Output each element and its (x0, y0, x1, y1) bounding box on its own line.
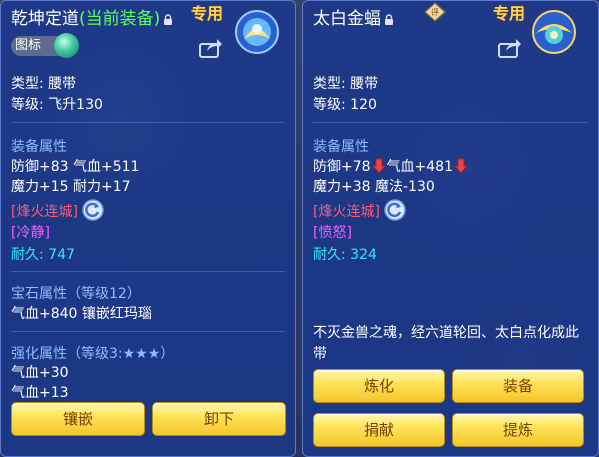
item-title: 太白金蝠 (313, 4, 394, 29)
icon-toggle-button[interactable]: 图标 (11, 33, 79, 58)
enhance-line-1: 气血+30 (11, 365, 69, 381)
lock-icon (385, 14, 393, 25)
gem-header: 宝石属性（等级12） (11, 286, 141, 302)
equip-button[interactable]: 装备 (452, 369, 584, 403)
divider (11, 331, 285, 332)
special-skill-line: [烽火连城] (313, 199, 406, 221)
toggle-knob-icon (54, 33, 79, 58)
special-skill: [烽火连城] (313, 204, 380, 220)
item-name: 乾坤定道 (11, 9, 79, 29)
enhance-line-2: 气血+13 (11, 385, 69, 401)
item-title: 乾坤定道(当前装备) (11, 4, 173, 29)
current-equip-label: (当前装备) (79, 9, 161, 29)
lock-icon (164, 14, 173, 25)
attr-line-2: 魔力+38 魔法-130 (313, 179, 435, 195)
inlay-button[interactable]: 镶嵌 (11, 402, 145, 436)
attr-header: 装备属性 (313, 139, 369, 155)
equipment-badge-icon[interactable] (531, 9, 577, 55)
refine-button[interactable]: 炼化 (313, 369, 445, 403)
type-line: 类型: 腰带 (313, 76, 379, 92)
level-line: 等级: 120 (313, 97, 377, 113)
svg-text:评: 评 (431, 8, 439, 17)
current-equipment-panel: 乾坤定道(当前装备) 专用 图标 类型: 腰带 等级: 飞升130 装备属性 防… (0, 0, 296, 457)
defense-value: 防御+78 (313, 159, 371, 175)
donate-button[interactable]: 捐献 (313, 413, 445, 447)
item-name: 太白金蝠 (313, 9, 381, 29)
special-effect: [愤怒] (313, 225, 352, 241)
special-effect: [冷静] (11, 225, 50, 241)
attr-line-1: 防御+83 气血+511 (11, 159, 140, 175)
unequip-button[interactable]: 卸下 (152, 402, 286, 436)
enhance-header: 强化属性（等级3:★★★） (11, 346, 175, 362)
attr-line-1: 防御+78 气血+481 (313, 156, 469, 176)
special-skill-line: [烽火连城] (11, 199, 104, 221)
down-arrow-icon (371, 158, 386, 174)
divider (11, 122, 285, 123)
attr-header: 装备属性 (11, 139, 67, 155)
exclusive-label: 专用 (493, 4, 526, 23)
level-line: 等级: 飞升130 (11, 97, 103, 113)
durability: 耐久: 747 (11, 247, 75, 263)
share-icon[interactable] (199, 38, 223, 58)
share-icon[interactable] (498, 38, 522, 58)
extract-button[interactable]: 提炼 (452, 413, 584, 447)
durability: 耐久: 324 (313, 247, 377, 263)
attr-line-2: 魔力+15 耐力+17 (11, 179, 131, 195)
hp-value: 气血+481 (386, 159, 453, 175)
special-skill: [烽火连城] (11, 204, 78, 220)
gem-line: 气血+840 镶嵌红玛瑙 (11, 306, 152, 322)
item-description: 不灭金兽之魂，经六道轮回、太白点化成此带 (313, 325, 579, 362)
refresh-skill-icon[interactable] (82, 199, 104, 221)
appraise-diamond-icon[interactable]: 评 (424, 2, 446, 22)
refresh-skill-icon[interactable] (384, 199, 406, 221)
type-line: 类型: 腰带 (11, 76, 77, 92)
divider (313, 122, 588, 123)
compare-equipment-panel: 太白金蝠 评 专用 类型: 腰带 等级: 120 装备属性 防御+78 气血+48… (302, 0, 599, 457)
divider (11, 271, 285, 272)
icon-toggle-label: 图标 (15, 38, 42, 53)
exclusive-label: 专用 (191, 4, 224, 23)
down-arrow-icon (454, 158, 468, 174)
equipment-badge-icon[interactable] (234, 9, 280, 55)
